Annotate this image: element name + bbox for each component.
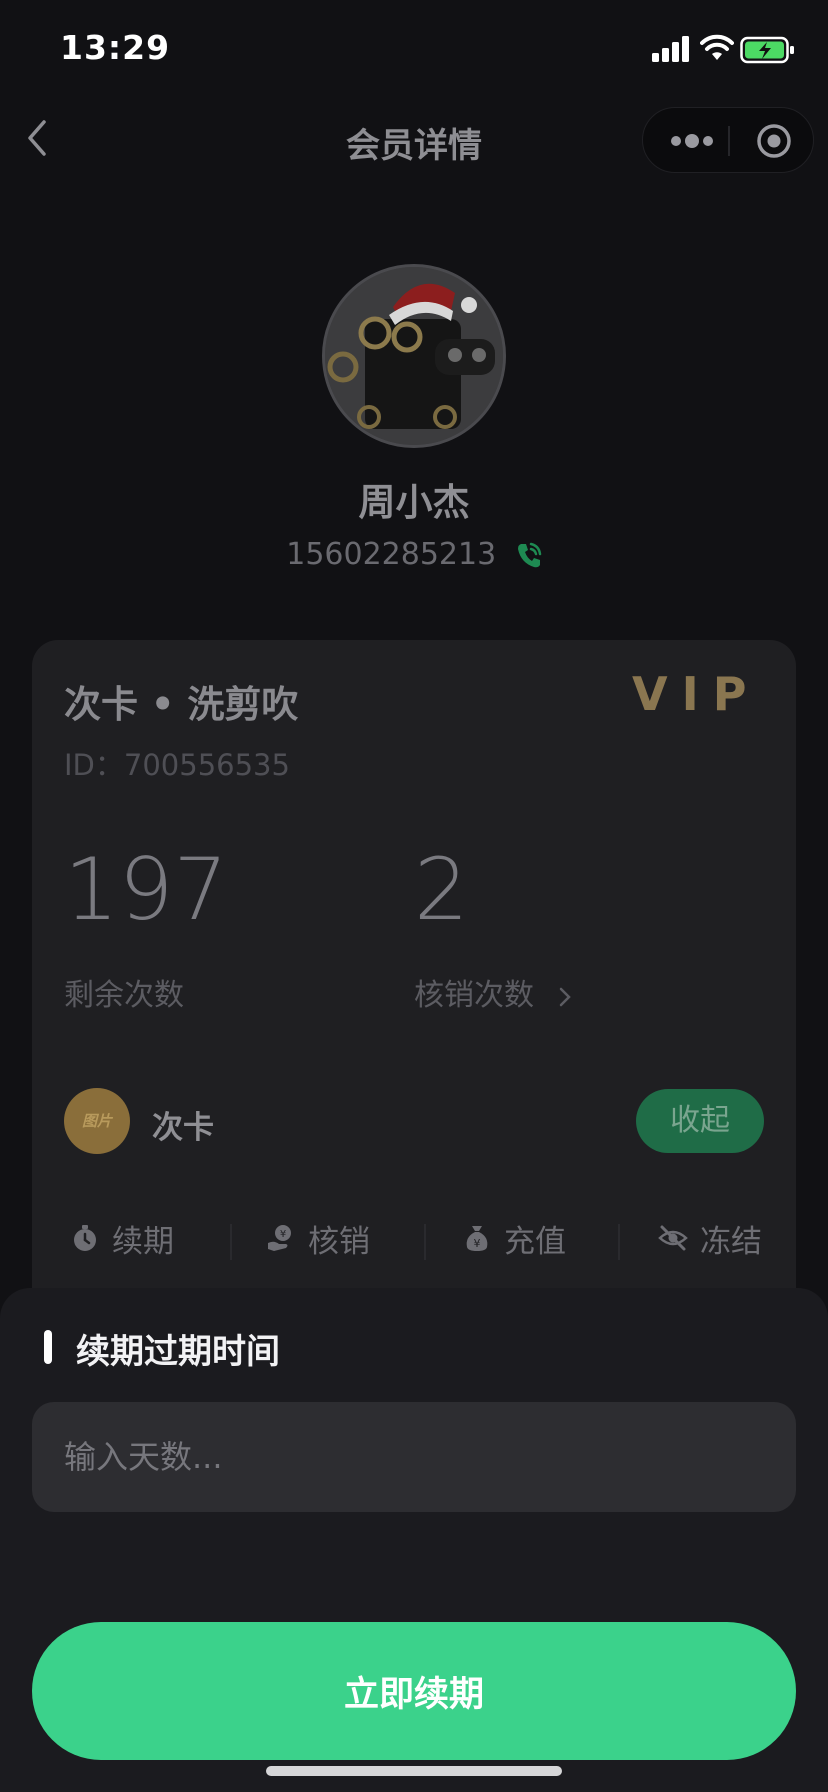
action-divider [424,1224,426,1260]
member-name: 周小杰 [358,481,470,524]
member-card: 次卡 • 洗剪吹 VIP ID：700556535 197 剩余次数 2 核销次… [32,640,796,1340]
card-type-icon: 图片 [64,1088,130,1154]
remaining-label: 剩余次数 [64,978,184,1013]
action-recharge-label: 充值 [504,1223,566,1260]
eye-off-icon [658,1225,688,1251]
wifi-icon [700,34,734,60]
svg-text:¥: ¥ [280,1229,286,1240]
more-icon[interactable] [669,128,715,154]
action-freeze[interactable]: 冻结 [658,1208,762,1268]
remaining-count: 197 [64,840,229,940]
action-divider [230,1224,232,1260]
capsule-divider [728,126,730,156]
action-verify[interactable]: ¥ 核销 [266,1208,370,1268]
days-input[interactable] [32,1402,796,1512]
member-phone[interactable]: 15602285213 [286,537,496,572]
cellular-signal-icon [652,36,689,62]
avatar-image [325,267,503,445]
card-id: ID：700556535 [64,742,290,784]
action-recharge[interactable]: ¥ 充值 [462,1208,566,1268]
action-renew-label: 续期 [112,1223,174,1260]
vip-badge-text: VIP [632,670,756,716]
card-actions: 续期 ¥ 核销 ¥ 充值 冻结 [32,1208,796,1268]
verified-label: 核销次数 [414,978,534,1013]
svg-text:¥: ¥ [474,1237,481,1250]
verified-link[interactable]: 核销次数 [414,970,572,1014]
action-divider [618,1224,620,1260]
mini-program-capsule [642,107,814,173]
money-bag-icon: ¥ [466,1226,488,1251]
action-renew[interactable]: 续期 [70,1208,174,1268]
phone-row[interactable]: 15602285213 [0,536,828,572]
collapse-button[interactable]: 收起 [636,1089,764,1153]
card-title: 次卡 • 洗剪吹 [64,683,299,726]
vip-badge: VIP [632,670,756,716]
status-time: 13:29 [60,28,171,67]
card-type-label: 次卡 [152,1110,214,1146]
battery-charging-icon [740,36,794,64]
chevron-right-icon [559,987,571,1006]
stopwatch-icon [74,1225,96,1251]
sheet-title: 续期过期时间 [76,1332,280,1372]
action-freeze-label: 冻结 [700,1223,762,1260]
verified-count: 2 [414,840,469,940]
action-verify-label: 核销 [308,1223,370,1260]
sheet-title-marker [44,1330,52,1364]
avatar[interactable] [322,264,506,448]
home-indicator [266,1766,562,1776]
hand-coin-icon: ¥ [268,1225,291,1251]
card-id-label: ID： [64,748,124,782]
close-target-icon[interactable] [755,122,793,160]
renew-sheet: 续期过期时间 立即续期 [0,1288,828,1792]
phone-call-icon[interactable] [516,541,542,569]
renew-now-button[interactable]: 立即续期 [32,1622,796,1760]
card-id-value: 700556535 [123,748,290,782]
